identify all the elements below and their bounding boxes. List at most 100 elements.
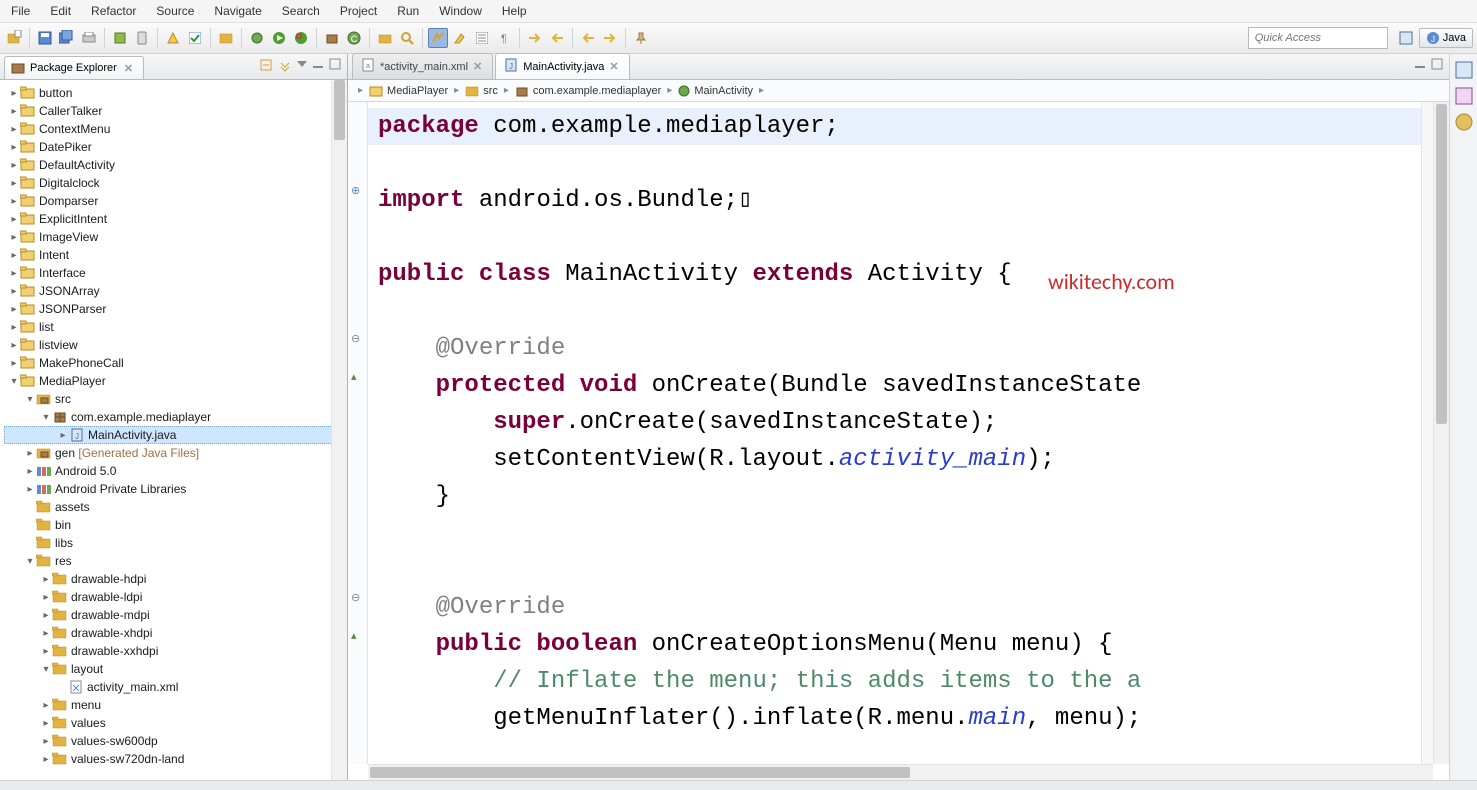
breadcrumb-item[interactable]: src <box>483 85 498 97</box>
tree-row[interactable]: ▸Intent <box>4 246 347 264</box>
next-annotation-icon[interactable] <box>525 28 545 48</box>
tree-row[interactable]: ▸JSONArray <box>4 282 347 300</box>
save-icon[interactable] <box>35 28 55 48</box>
twisty-icon[interactable]: ▸ <box>8 106 20 117</box>
scrollbar-thumb[interactable] <box>1436 104 1447 424</box>
menu-search[interactable]: Search <box>273 2 329 20</box>
maximize-icon[interactable] <box>329 58 341 75</box>
debug-dropdown-icon[interactable] <box>247 28 267 48</box>
menu-project[interactable]: Project <box>331 2 386 20</box>
tree-row[interactable]: ▸DefaultActivity <box>4 156 347 174</box>
twisty-icon[interactable]: ▸ <box>8 160 20 171</box>
editor-tab[interactable]: JMainActivity.java✕ <box>495 53 629 79</box>
twisty-icon[interactable]: ▸ <box>40 628 52 639</box>
tree-row[interactable]: ▸values-sw720dn-land <box>4 750 347 768</box>
tree-row[interactable]: ▾com.example.mediaplayer <box>4 408 347 426</box>
twisty-icon[interactable]: ▸ <box>24 484 36 495</box>
twisty-icon[interactable]: ▸ <box>8 322 20 333</box>
tree-row[interactable]: ▸MakePhoneCall <box>4 354 347 372</box>
collapse-icon[interactable]: ⊖ <box>351 332 360 345</box>
tree-row[interactable]: ▸button <box>4 84 347 102</box>
twisty-icon[interactable]: ▸ <box>8 304 20 315</box>
twisty-icon[interactable]: ▸ <box>8 250 20 261</box>
maximize-icon[interactable] <box>1431 58 1443 73</box>
tree-row[interactable]: ▸listview <box>4 336 347 354</box>
sdk-manager-icon[interactable] <box>110 28 130 48</box>
tree-row[interactable]: ▸Android 5.0 <box>4 462 347 480</box>
twisty-icon[interactable]: ▾ <box>8 376 20 387</box>
breadcrumb[interactable]: ▸ MediaPlayer ▸ src ▸ com.example.mediap… <box>348 80 1449 102</box>
tree-row[interactable]: ▸drawable-ldpi <box>4 588 347 606</box>
twisty-icon[interactable]: ▸ <box>8 232 20 243</box>
tree-row[interactable]: bin <box>4 516 347 534</box>
breadcrumb-item[interactable]: MediaPlayer <box>387 85 448 97</box>
tree-row[interactable]: ▸ExplicitIntent <box>4 210 347 228</box>
vertical-scrollbar[interactable] <box>1433 102 1449 764</box>
tree-row[interactable]: ▸list <box>4 318 347 336</box>
menu-navigate[interactable]: Navigate <box>205 2 270 20</box>
twisty-icon[interactable]: ▸ <box>8 340 20 351</box>
twisty-icon[interactable]: ▸ <box>8 124 20 135</box>
tree-row[interactable]: ▸drawable-xhdpi <box>4 624 347 642</box>
open-perspective-icon[interactable] <box>1396 28 1416 48</box>
breadcrumb-item[interactable]: MainActivity <box>694 85 753 97</box>
twisty-icon[interactable]: ▸ <box>40 592 52 603</box>
tree-row[interactable]: ▸CallerTalker <box>4 102 347 120</box>
twisty-icon[interactable]: ▸ <box>57 430 69 441</box>
twisty-icon[interactable]: ▸ <box>40 700 52 711</box>
close-icon[interactable]: ✕ <box>609 60 618 73</box>
save-all-icon[interactable] <box>57 28 77 48</box>
package-explorer-tab[interactable]: Package Explorer ✕ <box>4 56 144 79</box>
twisty-icon[interactable]: ▸ <box>8 268 20 279</box>
twisty-icon[interactable]: ▸ <box>40 610 52 621</box>
tree-row[interactable]: ▸JMainActivity.java <box>4 426 347 444</box>
minimize-icon[interactable] <box>1414 58 1426 73</box>
breadcrumb-item[interactable]: com.example.mediaplayer <box>533 85 661 97</box>
minimize-icon[interactable] <box>312 58 324 75</box>
tree-row[interactable]: assets <box>4 498 347 516</box>
quick-access-input[interactable] <box>1248 27 1388 49</box>
menu-window[interactable]: Window <box>430 2 491 20</box>
print-icon[interactable] <box>79 28 99 48</box>
menu-help[interactable]: Help <box>493 2 536 20</box>
tree-row[interactable]: ▸values <box>4 714 347 732</box>
run-dropdown-icon[interactable] <box>269 28 289 48</box>
toggle-highlight-icon[interactable] <box>450 28 470 48</box>
tree-row[interactable]: ▸JSONParser <box>4 300 347 318</box>
view-menu-icon[interactable] <box>297 58 307 75</box>
tree-row[interactable]: ▸ContextMenu <box>4 120 347 138</box>
tree-row[interactable]: ▸values-sw600dp <box>4 732 347 750</box>
open-type-icon[interactable] <box>375 28 395 48</box>
collapse-all-icon[interactable] <box>259 58 273 75</box>
new-class-icon[interactable]: C <box>344 28 364 48</box>
twisty-icon[interactable]: ▸ <box>40 646 52 657</box>
tree-row[interactable]: ▸menu <box>4 696 347 714</box>
new-package-icon[interactable] <box>322 28 342 48</box>
show-whitespace-icon[interactable]: ¶ <box>494 28 514 48</box>
twisty-icon[interactable]: ▸ <box>8 358 20 369</box>
avd-manager-icon[interactable] <box>132 28 152 48</box>
tree-row[interactable]: ▾layout <box>4 660 347 678</box>
collapse-icon[interactable]: ⊖ <box>351 591 360 604</box>
twisty-icon[interactable]: ▾ <box>40 664 52 675</box>
package-explorer-tree[interactable]: ▸button▸CallerTalker▸ContextMenu▸DatePik… <box>0 80 347 780</box>
toggle-mark-occurrences-icon[interactable] <box>428 28 448 48</box>
twisty-icon[interactable]: ▸ <box>24 448 36 459</box>
new-dropdown-icon[interactable] <box>4 28 24 48</box>
forward-icon[interactable] <box>600 28 620 48</box>
checkbox-icon[interactable] <box>185 28 205 48</box>
tree-row[interactable]: ▸drawable-xxhdpi <box>4 642 347 660</box>
editor-gutter[interactable]: ⊕ ⊖ ▴ ⊖ ▴ <box>348 102 368 764</box>
scrollbar-thumb[interactable] <box>334 80 345 140</box>
tree-row[interactable]: activity_main.xml <box>4 678 347 696</box>
twisty-icon[interactable]: ▸ <box>40 736 52 747</box>
twisty-icon[interactable]: ▸ <box>8 214 20 225</box>
help-icon[interactable] <box>1454 112 1474 132</box>
tree-row[interactable]: ▸drawable-hdpi <box>4 570 347 588</box>
tree-row[interactable]: ▸Interface <box>4 264 347 282</box>
twisty-icon[interactable]: ▾ <box>24 556 36 567</box>
tree-row[interactable]: ▸Digitalclock <box>4 174 347 192</box>
twisty-icon[interactable]: ▸ <box>8 178 20 189</box>
twisty-icon[interactable]: ▸ <box>8 286 20 297</box>
twisty-icon[interactable]: ▸ <box>40 574 52 585</box>
